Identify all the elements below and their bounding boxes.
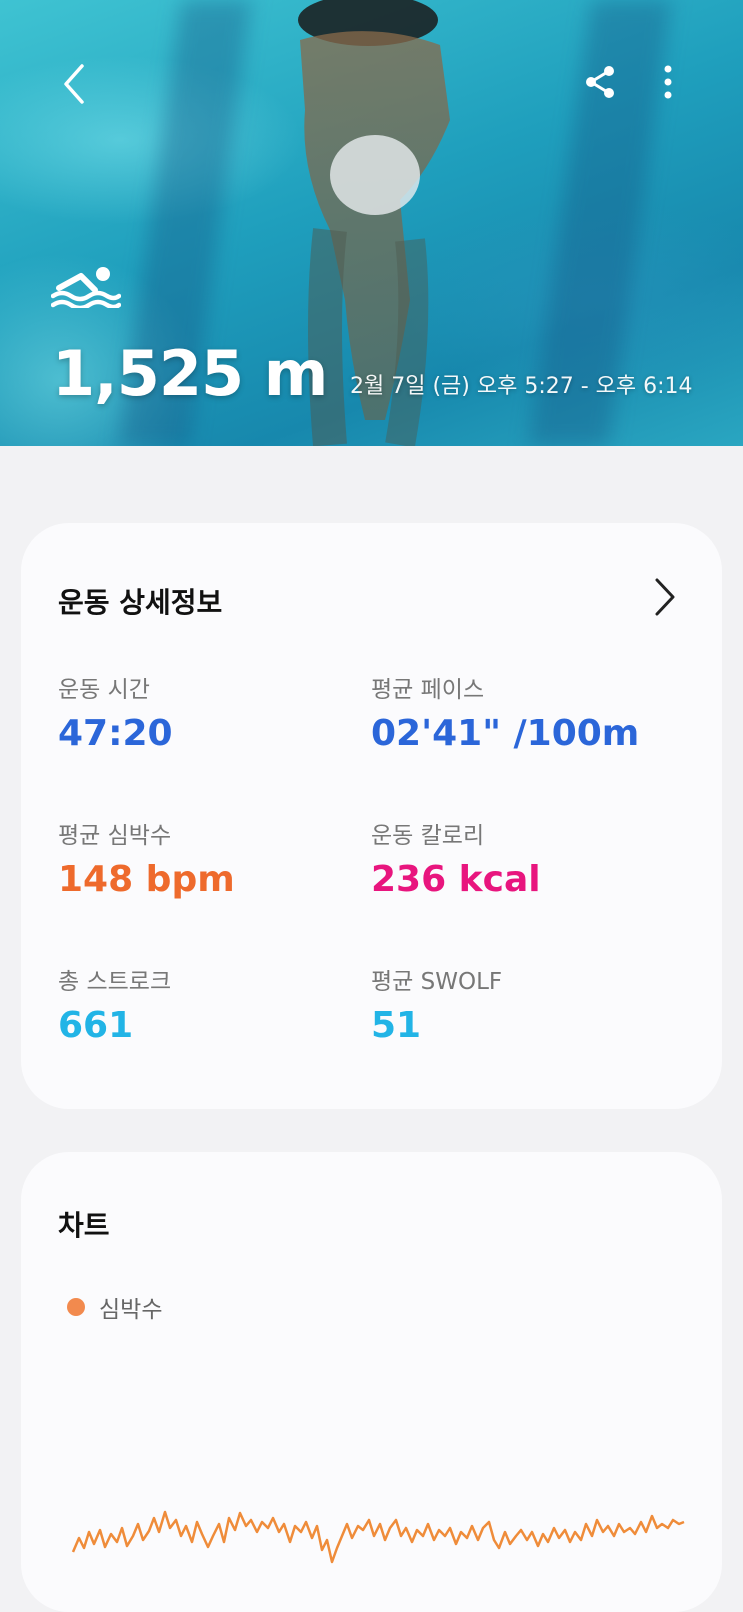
- stat-avg-swolf: 평균 SWOLF 51: [371, 967, 502, 1049]
- distance-value: 1,525 m: [52, 337, 328, 410]
- stat-value: 661: [58, 1005, 134, 1046]
- details-open-button[interactable]: [645, 575, 685, 619]
- stat-label: 총 스트로크: [58, 969, 172, 995]
- stat-avg-heart-rate: 평균 심박수 148 bpm: [58, 821, 235, 903]
- stat-total-strokes: 총 스트로크 661: [58, 967, 171, 1049]
- chevron-left-icon: [64, 64, 84, 104]
- stat-value: 148 bpm: [58, 859, 235, 900]
- workout-details-card[interactable]: 운동 상세정보 운동 시간 47:20 평균 페이스 02'41" /100m …: [21, 523, 722, 1109]
- stat-label: 평균 페이스: [371, 677, 485, 703]
- stat-value: 51: [371, 1005, 422, 1046]
- stat-calories: 운동 칼로리 236 kcal: [371, 821, 541, 903]
- chevron-right-icon: [655, 578, 675, 616]
- stat-value: 02'41" /100m: [371, 713, 640, 754]
- stat-avg-pace: 평균 페이스 02'41" /100m: [371, 675, 639, 757]
- stat-label: 운동 칼로리: [371, 823, 485, 849]
- back-button[interactable]: [52, 60, 96, 108]
- details-title: 운동 상세정보: [58, 586, 223, 619]
- share-button[interactable]: [578, 60, 622, 104]
- share-icon: [586, 66, 614, 98]
- hero-banner: 1,525 m 2월 7일 (금) 오후 5:27 - 오후 6:14: [0, 0, 743, 446]
- stat-label: 평균 심박수: [58, 823, 172, 849]
- swimming-icon: [50, 262, 122, 310]
- more-vertical-icon: [664, 65, 672, 99]
- workout-datetime: 2월 7일 (금) 오후 5:27 - 오후 6:14: [350, 374, 693, 399]
- stat-value: 236 kcal: [371, 859, 541, 900]
- chart-card: 차트 심박수: [21, 1152, 722, 1612]
- stat-duration: 운동 시간 47:20: [58, 675, 173, 757]
- stat-label: 운동 시간: [58, 677, 150, 703]
- more-options-button[interactable]: [652, 60, 684, 104]
- stat-label: 평균 SWOLF: [371, 969, 503, 995]
- heart-rate-chart: [71, 1510, 685, 1564]
- stat-value: 47:20: [58, 713, 173, 754]
